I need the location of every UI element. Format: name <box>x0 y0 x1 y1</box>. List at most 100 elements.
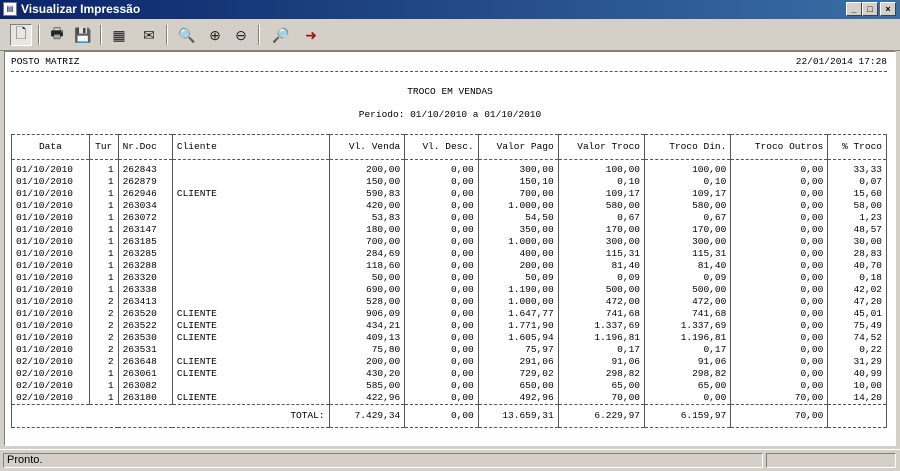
cell-troco-din: 580,00 <box>643 200 731 212</box>
cell-troco-din: 1.196,81 <box>643 332 731 344</box>
maximize-button[interactable]: □ <box>862 2 878 16</box>
cell-data: 01/10/2010 <box>11 159 90 176</box>
status-text: Pronto. <box>3 453 763 468</box>
cell-vl-venda: 180,00 <box>328 224 405 236</box>
table-row: 02/10/2010 1 263180 CLIENTE 422,96 0,00 492,96… <box>11 392 887 405</box>
cell-data: 02/10/2010 <box>11 380 90 392</box>
cell-valor-troco: 65,00 <box>557 380 645 392</box>
cell-vl-desc: 0,00 <box>404 368 479 380</box>
cell-troco-din: 81,40 <box>643 260 731 272</box>
close-button[interactable]: × <box>880 2 896 16</box>
cell-valor-troco: 115,31 <box>557 248 645 260</box>
cell-data: 02/10/2010 <box>11 368 90 380</box>
cell-cliente <box>171 159 330 176</box>
cell-valor-pago: 1.000,00 <box>477 236 559 248</box>
cell-troco-din: 109,17 <box>643 188 731 200</box>
table-row: 01/10/2010 1 262879 150,00 0,00 150,10 0,10 0,1… <box>11 176 887 188</box>
cell-tur: 1 <box>88 200 119 212</box>
status-panel <box>766 453 896 468</box>
cell-vl-venda: 118,60 <box>328 260 405 272</box>
printer-icon[interactable]: 🖶 <box>46 24 68 46</box>
cell-troco-din: 0,10 <box>643 176 731 188</box>
mail-icon[interactable]: ✉ <box>138 24 160 46</box>
cell-troco-outros: 0,00 <box>730 296 828 308</box>
cell-vl-desc: 0,00 <box>404 248 479 260</box>
cell-troco-outros: 0,00 <box>730 320 828 332</box>
toolbar-separator <box>38 25 40 45</box>
find-icon[interactable]: 🔎 <box>270 24 292 46</box>
cell-data: 01/10/2010 <box>11 308 90 320</box>
cell-vl-venda: 150,00 <box>328 176 405 188</box>
cell-vl-desc: 0,00 <box>404 284 479 296</box>
cell-vl-venda: 75,80 <box>328 344 405 356</box>
save-icon[interactable]: 💾 <box>72 24 94 46</box>
cell-troco-outros: 0,00 <box>730 272 828 284</box>
cell-cliente <box>171 176 330 188</box>
report-table: Data Tur Nr.Doc Cliente Vl. Venda Vl. De… <box>11 134 887 428</box>
cell-data: 01/10/2010 <box>11 248 90 260</box>
zoom-out-icon[interactable]: ⊖ <box>230 24 252 46</box>
cell-valor-pago: 1.647,77 <box>477 308 559 320</box>
cell-pct-troco: 75,49 <box>827 320 887 332</box>
table-row: 01/10/2010 1 262843 200,00 0,00 300,00 100,00 1… <box>11 159 887 176</box>
toolbar-separator <box>166 25 168 45</box>
col-header-valor-troco: Valor Troco <box>557 134 645 160</box>
table-row: 01/10/2010 1 263147 180,00 0,00 350,00 170,00 1… <box>11 224 887 236</box>
preview-area[interactable]: POSTO MATRIZ 22/01/2014 17:28 TROCO EM V… <box>4 51 896 446</box>
cell-valor-pago: 729,02 <box>477 368 559 380</box>
zoom-in-icon[interactable]: ⊕ <box>204 24 226 46</box>
cell-vl-desc: 0,00 <box>404 188 479 200</box>
cell-troco-din: 0,17 <box>643 344 731 356</box>
cell-data: 02/10/2010 <box>11 356 90 368</box>
cell-cliente <box>171 212 330 224</box>
col-header-troco-outros: Troco Outros <box>730 134 828 160</box>
cell-nrdoc: 263320 <box>117 272 173 284</box>
cell-pct-troco: 14,20 <box>827 392 887 405</box>
cell-nrdoc: 263338 <box>117 284 173 296</box>
toolbar-separator <box>100 25 102 45</box>
cell-vl-venda: 585,00 <box>328 380 405 392</box>
cell-data: 01/10/2010 <box>11 200 90 212</box>
cell-pct-troco: 30,00 <box>827 236 887 248</box>
cell-troco-din: 298,82 <box>643 368 731 380</box>
cell-cliente: CLIENTE <box>171 332 330 344</box>
total-pct <box>827 404 887 428</box>
cell-tur: 1 <box>88 272 119 284</box>
cell-nrdoc: 263185 <box>117 236 173 248</box>
cell-tur: 2 <box>88 344 119 356</box>
table-row: 01/10/2010 1 263072 53,83 0,00 54,50 0,67 0,67 0… <box>11 212 887 224</box>
page-icon[interactable]: 🗋 <box>10 24 32 46</box>
cell-valor-troco: 70,00 <box>557 392 645 405</box>
cell-tur: 2 <box>88 356 119 368</box>
cell-nrdoc: 263034 <box>117 200 173 212</box>
cell-troco-din: 0,09 <box>643 272 731 284</box>
cell-troco-outros: 70,00 <box>730 392 828 405</box>
cell-data: 01/10/2010 <box>11 236 90 248</box>
zoom-fit-icon[interactable]: 🔍 <box>176 24 198 46</box>
cell-valor-troco: 170,00 <box>557 224 645 236</box>
grid-icon[interactable]: ▦ <box>108 24 130 46</box>
cell-troco-din: 741,68 <box>643 308 731 320</box>
cell-vl-desc: 0,00 <box>404 176 479 188</box>
cell-valor-troco: 91,06 <box>557 356 645 368</box>
cell-vl-venda: 53,83 <box>328 212 405 224</box>
cell-valor-troco: 300,00 <box>557 236 645 248</box>
cell-nrdoc: 262879 <box>117 176 173 188</box>
minimize-button[interactable]: _ <box>846 2 862 16</box>
cell-troco-outros: 0,00 <box>730 224 828 236</box>
cell-vl-venda: 590,83 <box>328 188 405 200</box>
table-row: 01/10/2010 1 263185 700,00 0,00 1.000,00 300,0… <box>11 236 887 248</box>
cell-vl-desc: 0,00 <box>404 236 479 248</box>
col-header-pct-troco: % Troco <box>827 134 887 160</box>
cell-vl-venda: 200,00 <box>328 159 405 176</box>
exit-icon[interactable]: ➜ <box>300 24 322 46</box>
cell-vl-desc: 0,00 <box>404 308 479 320</box>
cell-valor-pago: 75,97 <box>477 344 559 356</box>
cell-vl-desc: 0,00 <box>404 344 479 356</box>
cell-pct-troco: 45,01 <box>827 308 887 320</box>
cell-tur: 1 <box>88 176 119 188</box>
table-row: 01/10/2010 1 263288 118,60 0,00 200,00 81,40 81… <box>11 260 887 272</box>
cell-vl-venda: 50,00 <box>328 272 405 284</box>
total-desc: 0,00 <box>404 404 479 428</box>
cell-tur: 1 <box>88 380 119 392</box>
